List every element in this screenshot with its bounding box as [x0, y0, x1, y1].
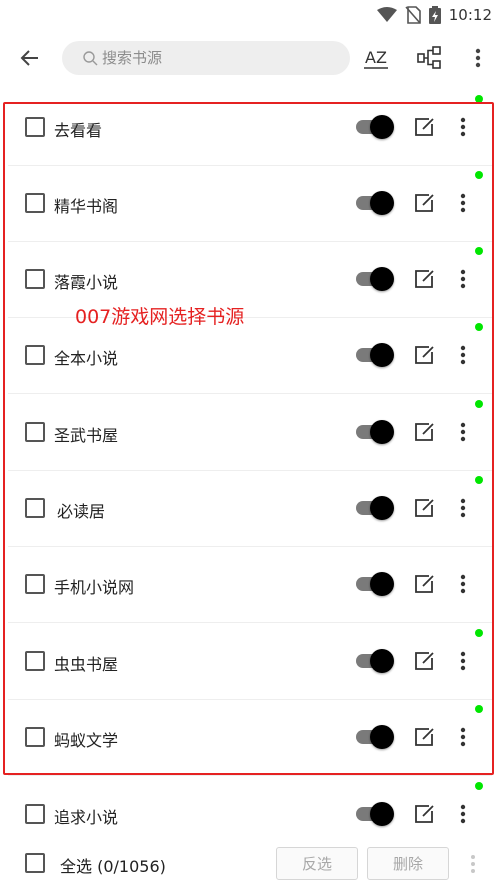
more-options-icon[interactable]	[454, 115, 472, 139]
source-checkbox[interactable]	[25, 269, 45, 289]
source-row[interactable]: 蚂蚁文学	[0, 699, 502, 775]
more-options-icon[interactable]	[454, 802, 472, 826]
status-dot	[475, 171, 483, 179]
source-checkbox[interactable]	[25, 498, 45, 518]
search-box[interactable]	[62, 41, 350, 75]
source-name: 去看看	[54, 121, 103, 140]
group-icon[interactable]	[416, 44, 444, 72]
source-name: 追求小说	[54, 808, 119, 827]
source-checkbox[interactable]	[25, 574, 45, 594]
search-icon	[83, 51, 98, 66]
battery-charging-icon	[428, 6, 441, 24]
sort-az-icon[interactable]: AZ	[362, 44, 392, 72]
enable-toggle[interactable]	[356, 649, 394, 673]
invert-selection-button[interactable]: 反选	[276, 847, 358, 880]
source-checkbox[interactable]	[25, 422, 45, 442]
more-options-icon[interactable]	[454, 725, 472, 749]
search-input[interactable]	[102, 49, 322, 67]
more-options-icon[interactable]	[454, 267, 472, 291]
status-dot	[475, 476, 483, 484]
enable-toggle[interactable]	[356, 191, 394, 215]
footer-more-icon[interactable]	[464, 850, 482, 878]
watermark-text: 007游戏网选择书源	[75, 306, 245, 328]
edit-icon[interactable]	[413, 803, 435, 825]
edit-icon[interactable]	[413, 344, 435, 366]
edit-icon[interactable]	[413, 726, 435, 748]
status-dot	[475, 782, 483, 790]
enable-toggle[interactable]	[356, 267, 394, 291]
edit-icon[interactable]	[413, 421, 435, 443]
source-name: 蚂蚁文学	[54, 731, 119, 750]
status-bar: 10:12	[0, 0, 502, 30]
wifi-icon	[376, 7, 397, 23]
more-options-icon[interactable]	[454, 649, 472, 673]
status-dot	[475, 95, 483, 103]
edit-icon[interactable]	[413, 650, 435, 672]
more-options-icon[interactable]	[454, 343, 472, 367]
source-checkbox[interactable]	[25, 651, 45, 671]
edit-icon[interactable]	[413, 192, 435, 214]
source-row[interactable]: 圣武书屋	[0, 394, 502, 470]
select-all-label: 全选 (0/1056)	[60, 857, 166, 876]
status-dot	[475, 400, 483, 408]
more-options-icon[interactable]	[454, 420, 472, 444]
select-all-checkbox[interactable]	[25, 853, 45, 873]
edit-icon[interactable]	[413, 116, 435, 138]
source-name: 手机小说网	[54, 578, 135, 597]
enable-toggle[interactable]	[356, 115, 394, 139]
status-dot	[475, 629, 483, 637]
status-time: 10:12	[448, 6, 492, 24]
overflow-menu-icon[interactable]	[468, 46, 488, 70]
enable-toggle[interactable]	[356, 725, 394, 749]
source-name: 虫虫书屋	[54, 655, 119, 674]
top-bar: AZ	[0, 36, 502, 80]
source-checkbox[interactable]	[25, 727, 45, 747]
more-options-icon[interactable]	[454, 572, 472, 596]
source-checkbox[interactable]	[25, 117, 45, 137]
edit-icon[interactable]	[413, 268, 435, 290]
source-row[interactable]: 去看看	[0, 89, 502, 165]
source-row[interactable]: 必读居	[0, 470, 502, 546]
svg-text:AZ: AZ	[365, 48, 387, 67]
status-dot	[475, 247, 483, 255]
more-options-icon[interactable]	[454, 191, 472, 215]
source-checkbox[interactable]	[25, 193, 45, 213]
edit-icon[interactable]	[413, 573, 435, 595]
no-sim-icon	[405, 6, 421, 24]
source-name: 圣武书屋	[54, 426, 119, 445]
enable-toggle[interactable]	[356, 496, 394, 520]
enable-toggle[interactable]	[356, 572, 394, 596]
edit-icon[interactable]	[413, 497, 435, 519]
back-arrow-icon[interactable]	[18, 46, 42, 70]
status-dot	[475, 323, 483, 331]
source-name: 落霞小说	[54, 273, 119, 292]
enable-toggle[interactable]	[356, 420, 394, 444]
status-dot	[475, 705, 483, 713]
enable-toggle[interactable]	[356, 343, 394, 367]
delete-button[interactable]: 删除	[367, 847, 449, 880]
more-options-icon[interactable]	[454, 496, 472, 520]
source-row[interactable]: 虫虫书屋	[0, 623, 502, 699]
source-name: 精华书阁	[54, 197, 119, 216]
source-row[interactable]: 精华书阁	[0, 165, 502, 241]
enable-toggle[interactable]	[356, 802, 394, 826]
source-checkbox[interactable]	[25, 345, 45, 365]
bottom-action-bar: 全选 (0/1056) 反选 删除	[0, 840, 502, 888]
source-name: 必读居	[57, 502, 106, 521]
source-checkbox[interactable]	[25, 804, 45, 824]
source-row[interactable]: 手机小说网	[0, 546, 502, 622]
source-name: 全本小说	[54, 349, 119, 368]
